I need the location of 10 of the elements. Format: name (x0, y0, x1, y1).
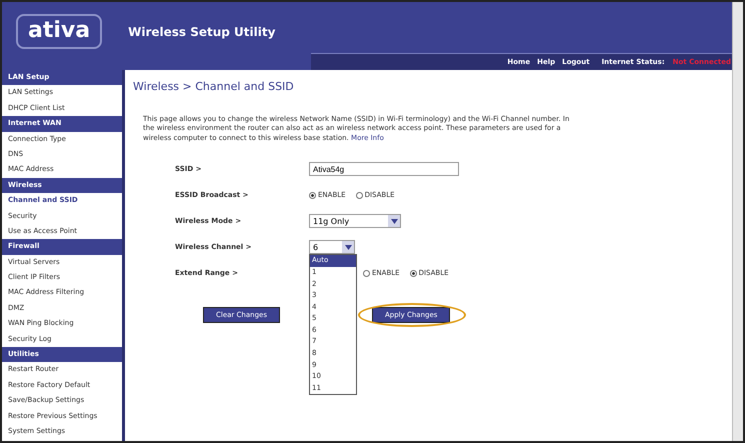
radio-button[interactable] (356, 192, 363, 199)
page-title: Wireless > Channel and SSID (133, 80, 295, 93)
app-title: Wireless Setup Utility (128, 24, 276, 39)
radio-button[interactable] (410, 270, 417, 277)
logo: ativa (16, 14, 102, 50)
radio-button[interactable] (363, 270, 370, 277)
ssid-field[interactable]: Ativa54g (309, 162, 459, 176)
scrollbar[interactable] (732, 2, 743, 441)
dropdown[interactable]: 11g Only (309, 214, 401, 228)
radio-button[interactable] (309, 192, 316, 199)
